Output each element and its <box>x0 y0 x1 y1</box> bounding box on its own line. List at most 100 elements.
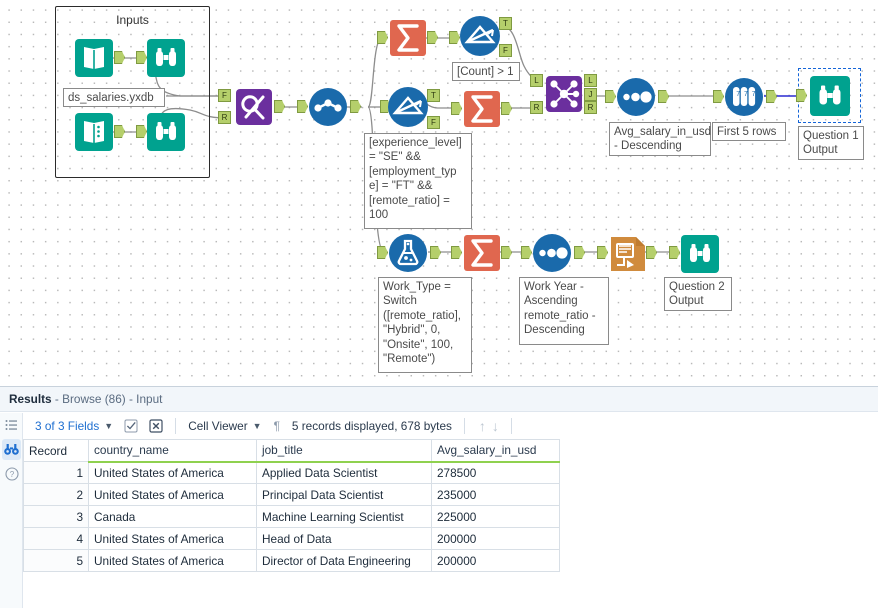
svg-text:7: 7 <box>736 91 740 98</box>
cell-job: Applied Data Scientist <box>256 461 432 484</box>
table-row[interactable]: 5 United States of America Director of D… <box>23 549 560 572</box>
input-anchor-r[interactable]: R <box>218 111 231 124</box>
container-title: Inputs <box>116 13 149 27</box>
results-left-rail: ? <box>0 413 23 608</box>
book-list-icon <box>72 110 116 154</box>
svg-text:7: 7 <box>752 91 756 98</box>
experience-filter-annotation: [experience_level] = "SE" && [employment… <box>364 133 472 229</box>
table-body: 1 United States of America Applied Data … <box>23 461 560 572</box>
svg-text:?: ? <box>9 470 14 479</box>
cell-country: Canada <box>88 505 257 528</box>
count-filter-annotation: [Count] > 1 <box>452 62 520 81</box>
column-header-job[interactable]: job_title <box>256 439 432 463</box>
binoculars-icon <box>144 110 188 154</box>
cell-record: 4 <box>23 527 89 550</box>
scroll-down-button[interactable]: ↓ <box>492 418 499 434</box>
pilcrow-icon[interactable]: ¶ <box>274 419 280 433</box>
sigma-icon <box>460 87 504 131</box>
data-cleansing-icon <box>306 85 350 129</box>
sort-icon <box>614 75 658 119</box>
sort-workyear-annotation: Work Year - Ascending remote_ratio - Des… <box>519 277 609 345</box>
book-icon <box>72 36 116 80</box>
output-anchor-false[interactable]: F <box>427 116 440 129</box>
work-type-formula-annotation: Work_Type = Switch ([remote_ratio], "Hyb… <box>378 277 472 373</box>
binoculars-icon <box>144 36 188 80</box>
results-title-bar: Results - Browse (86) - Input <box>0 387 878 412</box>
binoculars-icon <box>808 74 852 118</box>
results-grid[interactable]: Record country_name job_title Avg_salary… <box>23 439 878 608</box>
question1-output-annotation: Question 1 Output <box>798 126 864 160</box>
cell-country: United States of America <box>88 549 257 572</box>
record-status: 5 records displayed, 678 bytes <box>291 419 452 433</box>
table-header-row: Record country_name job_title Avg_salary… <box>23 439 560 463</box>
join-icon <box>544 74 584 114</box>
filter-icon <box>386 85 430 129</box>
output-anchor-true[interactable]: T <box>499 17 512 30</box>
cell-salary: 200000 <box>431 549 560 572</box>
sigma-icon <box>460 231 504 275</box>
input-anchor-f[interactable]: F <box>218 89 231 102</box>
sample-rows-annotation: First 5 rows <box>712 122 786 141</box>
binoculars-icon <box>678 232 722 276</box>
cell-record: 1 <box>23 461 89 484</box>
results-panel: Results - Browse (86) - Input ? 3 of 3 F… <box>0 386 878 608</box>
table-row[interactable]: 1 United States of America Applied Data … <box>23 461 560 484</box>
output-anchor-right[interactable]: R <box>584 101 597 114</box>
results-source: - Browse (86) - Input <box>51 392 163 406</box>
sort-icon <box>530 231 574 275</box>
sigma-icon <box>386 16 430 60</box>
cell-salary: 278500 <box>431 461 560 484</box>
cell-job: Director of Data Engineering <box>256 549 432 572</box>
help-icon[interactable]: ? <box>2 463 21 484</box>
output-anchor-left[interactable]: L <box>584 74 597 87</box>
flask-icon <box>386 231 430 275</box>
filter-icon <box>458 14 502 58</box>
column-header-country[interactable]: country_name <box>88 439 257 463</box>
workflow-canvas[interactable]: Inputs ds_salaries.yxdb F R T F [Count] … <box>0 0 878 386</box>
cell-record: 5 <box>23 549 89 572</box>
input-anchor-right[interactable]: R <box>530 101 543 114</box>
list-icon[interactable] <box>2 415 21 436</box>
fields-selector[interactable]: 3 of 3 Fields <box>35 419 99 433</box>
output-icon <box>606 232 650 276</box>
column-header-salary[interactable]: Avg_salary_in_usd <box>431 439 560 463</box>
results-label: Results <box>9 392 52 406</box>
clear-selection-icon[interactable] <box>149 419 163 433</box>
table-row[interactable]: 2 United States of America Principal Dat… <box>23 483 560 506</box>
input-file-annotation: ds_salaries.yxdb <box>63 88 165 107</box>
results-table: Record country_name job_title Avg_salary… <box>23 439 560 572</box>
output-anchor-true[interactable]: T <box>427 89 440 102</box>
output-anchor-join[interactable]: J <box>584 88 597 101</box>
toolbar-divider <box>510 418 512 434</box>
cell-country: United States of America <box>88 527 257 550</box>
cell-country: United States of America <box>88 483 257 506</box>
sort-salary-annotation: Avg_salary_in_usd - Descending <box>609 122 711 156</box>
question2-output-annotation: Question 2 Output <box>664 277 732 311</box>
table-row[interactable]: 3 Canada Machine Learning Scientist 2250… <box>23 505 560 528</box>
scroll-up-button[interactable]: ↑ <box>479 418 486 434</box>
cell-viewer-selector[interactable]: Cell Viewer <box>188 419 247 433</box>
chevron-down-icon[interactable]: ▼ <box>253 421 262 431</box>
output-anchor-false[interactable]: F <box>499 44 512 57</box>
cell-salary: 225000 <box>431 505 560 528</box>
binoculars-icon[interactable] <box>2 439 21 460</box>
checkbox-icon[interactable] <box>124 419 138 433</box>
toolbar-divider <box>463 418 465 434</box>
cell-job: Machine Learning Scientist <box>256 505 432 528</box>
input-anchor-left[interactable]: L <box>530 74 543 87</box>
cell-job: Principal Data Scientist <box>256 483 432 506</box>
results-toolbar: 3 of 3 Fields ▼ Cell Viewer ▼ ¶ 5 record… <box>23 413 878 439</box>
cell-record: 2 <box>23 483 89 506</box>
cell-country: United States of America <box>88 461 257 484</box>
chevron-down-icon[interactable]: ▼ <box>104 421 113 431</box>
find-replace-icon <box>232 85 276 129</box>
svg-text:7: 7 <box>744 91 748 98</box>
cell-salary: 200000 <box>431 527 560 550</box>
cell-record: 3 <box>23 505 89 528</box>
cell-job: Head of Data <box>256 527 432 550</box>
sample-icon: 7 7 7 <box>722 75 766 119</box>
table-row[interactable]: 4 United States of America Head of Data … <box>23 527 560 550</box>
toolbar-divider <box>175 418 177 434</box>
cell-salary: 235000 <box>431 483 560 506</box>
column-header-record[interactable]: Record <box>23 439 89 462</box>
